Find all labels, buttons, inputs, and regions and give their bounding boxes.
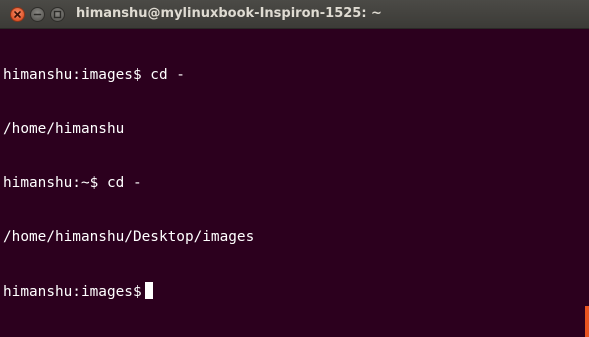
text-cursor [144,282,153,299]
window-title: himanshu@mylinuxbook-Inspiron-1525: ~ [76,6,382,21]
terminal-line: /home/himanshu [3,121,125,137]
maximize-icon [53,10,62,19]
terminal-window: himanshu@mylinuxbook-Inspiron-1525: ~ hi… [0,0,589,337]
maximize-button[interactable] [50,7,65,22]
close-button[interactable] [10,7,25,22]
terminal-line: himanshu:images$ cd - [3,67,185,83]
minimize-button[interactable] [30,7,45,22]
minimize-icon [33,13,42,16]
close-icon [14,11,21,18]
shell-prompt: himanshu:images$ [3,284,142,300]
terminal-output[interactable]: himanshu:images$ cd - /home/himanshu him… [3,30,583,335]
terminal-line: himanshu:~$ cd - [3,175,142,191]
prompt-line[interactable]: himanshu:images$ [3,282,583,300]
scrollbar-indicator[interactable] [585,306,589,337]
title-bar[interactable]: himanshu@mylinuxbook-Inspiron-1525: ~ [0,0,589,29]
terminal-line: /home/himanshu/Desktop/images [3,229,255,245]
